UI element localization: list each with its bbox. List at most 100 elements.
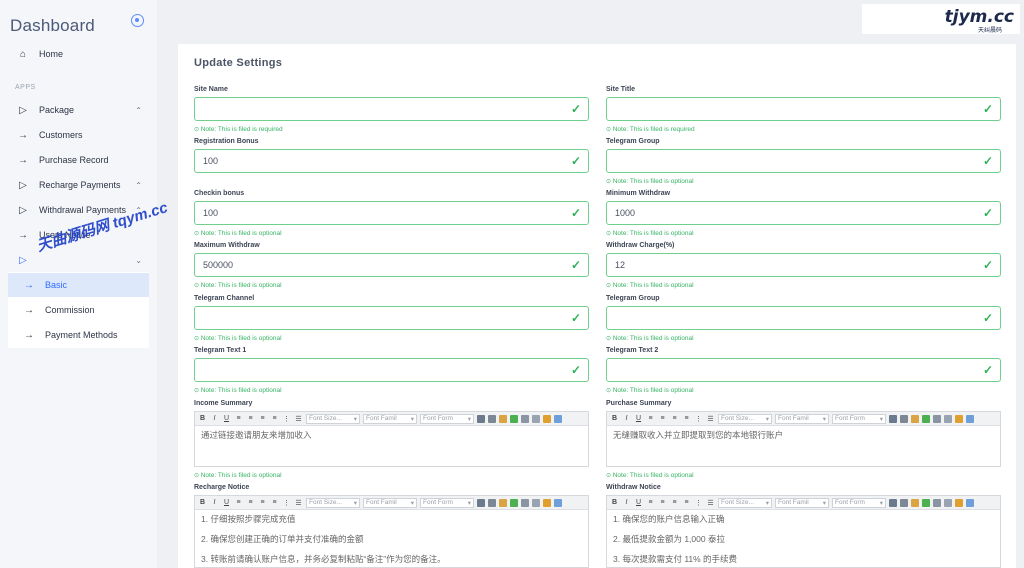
italic-button[interactable]: I: [622, 499, 631, 506]
telegram-channel-input[interactable]: ✓: [194, 306, 589, 330]
sidebar-item-basic[interactable]: → Basic: [0, 273, 150, 297]
font-family-select[interactable]: Font Famil ▾: [775, 413, 829, 424]
withdraw-notice-editor[interactable]: B I U ≡ ≡ ≡ ≡ ⋮ ☰ Font Size... ▾ Font Fam…: [606, 495, 1001, 568]
image-icon[interactable]: [911, 414, 919, 423]
align-center-icon[interactable]: ≡: [658, 499, 667, 506]
table-icon[interactable]: [922, 498, 930, 507]
registration-bonus-input[interactable]: 100 ✓: [194, 149, 589, 173]
unlink-icon[interactable]: [532, 414, 540, 423]
unordered-list-icon[interactable]: ☰: [294, 415, 303, 423]
bold-button[interactable]: B: [610, 499, 619, 506]
font-format-select[interactable]: Font Form ▾: [420, 413, 474, 424]
unordered-list-icon[interactable]: ☰: [294, 499, 303, 507]
justify-icon[interactable]: ≡: [270, 499, 279, 506]
unordered-list-icon[interactable]: ☰: [706, 415, 715, 423]
editor-content[interactable]: 1. 仔细按照步骤完成充值 2. 确保您创建正确的订单并支付准确的金额 3. 转…: [195, 510, 588, 568]
sidebar-toggle-icon[interactable]: [131, 14, 144, 27]
color-icon[interactable]: [955, 498, 963, 507]
font-size-select[interactable]: Font Size... ▾: [306, 497, 360, 508]
italic-button[interactable]: I: [210, 415, 219, 422]
align-left-icon[interactable]: ≡: [646, 499, 655, 506]
align-right-icon[interactable]: ≡: [670, 415, 679, 422]
editor-content[interactable]: 1. 确保您的账户信息输入正确 2. 最低提款金额为 1,000 泰拉 3. 每…: [607, 510, 1000, 568]
source-icon[interactable]: [554, 414, 562, 423]
font-size-select[interactable]: Font Size... ▾: [306, 413, 360, 424]
align-left-icon[interactable]: ≡: [234, 499, 243, 506]
sidebar-item-recharge-payments[interactable]: ▷ Recharge Payments ⌃: [0, 173, 150, 197]
site-title-input[interactable]: ✓: [606, 97, 1001, 121]
indent-icon[interactable]: [889, 498, 897, 507]
color-icon[interactable]: [543, 414, 551, 423]
sidebar-item-payment-methods[interactable]: → Payment Methods: [0, 323, 150, 347]
font-family-select[interactable]: Font Famil ▾: [363, 497, 417, 508]
align-left-icon[interactable]: ≡: [646, 415, 655, 422]
sidebar-item-purchase-record[interactable]: → Purchase Record: [0, 148, 150, 172]
bold-button[interactable]: B: [198, 415, 207, 422]
ordered-list-icon[interactable]: ⋮: [694, 415, 703, 423]
sidebar-item-commission[interactable]: → Commission: [0, 298, 150, 322]
link-icon[interactable]: [933, 414, 941, 423]
source-icon[interactable]: [966, 498, 974, 507]
bold-button[interactable]: B: [198, 499, 207, 506]
unlink-icon[interactable]: [944, 414, 952, 423]
image-icon[interactable]: [499, 498, 507, 507]
align-left-icon[interactable]: ≡: [234, 415, 243, 422]
indent-icon[interactable]: [889, 414, 897, 423]
telegram-group-input[interactable]: ✓: [606, 149, 1001, 173]
unlink-icon[interactable]: [944, 498, 952, 507]
table-icon[interactable]: [510, 414, 518, 423]
link-icon[interactable]: [933, 498, 941, 507]
underline-button[interactable]: U: [222, 499, 231, 506]
underline-button[interactable]: U: [222, 415, 231, 422]
withdraw-charge-input[interactable]: 12 ✓: [606, 253, 1001, 277]
source-icon[interactable]: [966, 414, 974, 423]
ordered-list-icon[interactable]: ⋮: [282, 415, 291, 423]
image-icon[interactable]: [499, 414, 507, 423]
color-icon[interactable]: [955, 414, 963, 423]
font-format-select[interactable]: Font Form ▾: [420, 497, 474, 508]
telegram-group-2-input[interactable]: ✓: [606, 306, 1001, 330]
italic-button[interactable]: I: [210, 499, 219, 506]
align-right-icon[interactable]: ≡: [258, 499, 267, 506]
sidebar-item-settings[interactable]: ▷ ⌄: [0, 248, 150, 272]
justify-icon[interactable]: ≡: [682, 499, 691, 506]
purchase-summary-editor[interactable]: B I U ≡ ≡ ≡ ≡ ⋮ ☰ Font Size... ▾ Font Fam…: [606, 411, 1001, 467]
font-size-select[interactable]: Font Size... ▾: [718, 413, 772, 424]
table-icon[interactable]: [510, 498, 518, 507]
outdent-icon[interactable]: [900, 498, 908, 507]
align-center-icon[interactable]: ≡: [658, 415, 667, 422]
indent-icon[interactable]: [477, 414, 485, 423]
italic-button[interactable]: I: [622, 415, 631, 422]
checkin-bonus-input[interactable]: 100 ✓: [194, 201, 589, 225]
justify-icon[interactable]: ≡: [682, 415, 691, 422]
link-icon[interactable]: [521, 414, 529, 423]
ordered-list-icon[interactable]: ⋮: [694, 499, 703, 507]
ordered-list-icon[interactable]: ⋮: [282, 499, 291, 507]
underline-button[interactable]: U: [634, 499, 643, 506]
table-icon[interactable]: [922, 414, 930, 423]
font-format-select[interactable]: Font Form ▾: [832, 497, 886, 508]
justify-icon[interactable]: ≡: [270, 415, 279, 422]
font-size-select[interactable]: Font Size... ▾: [718, 497, 772, 508]
income-summary-editor[interactable]: B I U ≡ ≡ ≡ ≡ ⋮ ☰ Font Size... ▾ Font Fam…: [194, 411, 589, 467]
outdent-icon[interactable]: [488, 498, 496, 507]
unlink-icon[interactable]: [532, 498, 540, 507]
align-right-icon[interactable]: ≡: [670, 499, 679, 506]
align-center-icon[interactable]: ≡: [246, 415, 255, 422]
minimum-withdraw-input[interactable]: 1000 ✓: [606, 201, 1001, 225]
sidebar-item-home[interactable]: ⌂ Home: [0, 42, 150, 66]
telegram-text-2-input[interactable]: ✓: [606, 358, 1001, 382]
align-center-icon[interactable]: ≡: [246, 499, 255, 506]
font-format-select[interactable]: Font Form ▾: [832, 413, 886, 424]
telegram-text-1-input[interactable]: ✓: [194, 358, 589, 382]
site-name-input[interactable]: ✓: [194, 97, 589, 121]
color-icon[interactable]: [543, 498, 551, 507]
sidebar-item-package[interactable]: ▷ Package ⌃: [0, 98, 150, 122]
align-right-icon[interactable]: ≡: [258, 415, 267, 422]
link-icon[interactable]: [521, 498, 529, 507]
bold-button[interactable]: B: [610, 415, 619, 422]
image-icon[interactable]: [911, 498, 919, 507]
editor-content[interactable]: 无缝赚取收入并立即提取到您的本地银行账户: [607, 426, 1000, 454]
editor-content[interactable]: 通过链接邀请朋友来增加收入: [195, 426, 588, 454]
underline-button[interactable]: U: [634, 415, 643, 422]
